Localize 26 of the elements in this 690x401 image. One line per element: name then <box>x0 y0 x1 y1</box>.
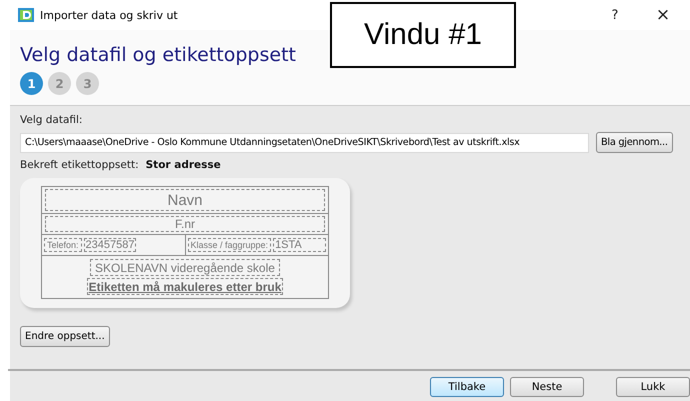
school-field: SKOLENAVN videregående skole <box>90 259 280 276</box>
class-field: 1STA <box>273 238 326 252</box>
id-field: F.nr <box>45 216 325 232</box>
step-indicator: 2 <box>48 72 71 95</box>
app-icon <box>18 8 34 22</box>
phone-field: 23457587 <box>84 238 136 252</box>
field-label: Bekreft etikettoppsett: <box>20 159 139 171</box>
browse-button[interactable]: Bla gjennom... <box>596 132 673 153</box>
name-field: Navn <box>45 189 325 211</box>
step-indicator: 3 <box>76 72 99 95</box>
change-layout-button[interactable]: Endre oppsett... <box>20 326 110 347</box>
field-label: Velg datafil: <box>20 114 84 126</box>
layout-name: Stor adresse <box>146 159 221 171</box>
close-button[interactable]: × <box>642 0 684 30</box>
step-indicator: 1 <box>20 72 43 95</box>
dialog-button[interactable]: Tilbake <box>430 377 504 397</box>
dialog-button[interactable]: Neste <box>510 377 584 397</box>
window-title: Importer data og skriv ut <box>40 8 178 22</box>
notice-text: Etiketten må makuleres etter bruk <box>86 278 284 295</box>
phone-label: Telefon: <box>44 238 82 252</box>
annotation-label: Vindu #1 <box>330 2 516 68</box>
class-label: Klasse / faggruppe: <box>188 238 272 252</box>
page-heading: Velg datafil og etikettoppsett <box>20 44 297 66</box>
help-button[interactable]: ? <box>594 0 636 30</box>
file-path-field[interactable]: C:\Users\maaase\OneDrive - Oslo Kommune Utdanningsetaten\OneDriveSIKT\Skrivebord\Test av utskrift.xlsx <box>20 132 589 152</box>
dialog-button[interactable]: Lukk <box>616 377 690 397</box>
